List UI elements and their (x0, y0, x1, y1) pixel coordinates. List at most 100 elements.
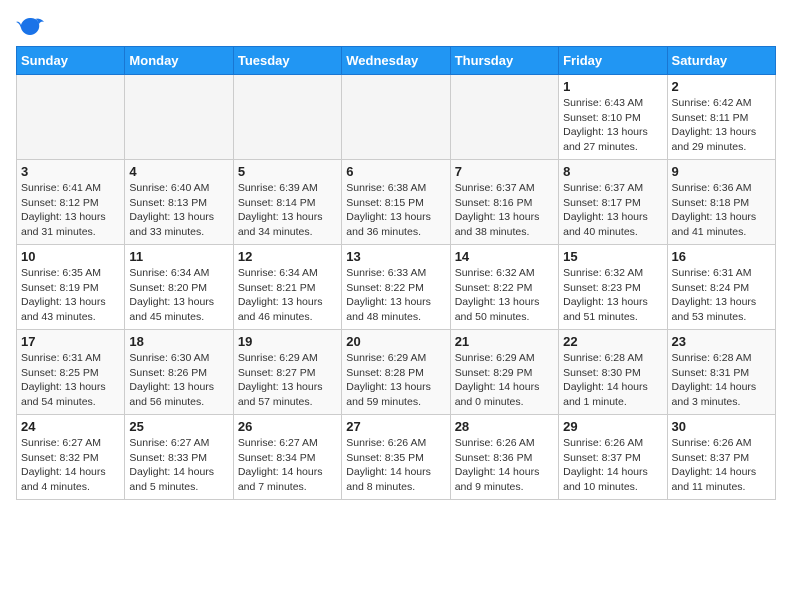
calendar-cell: 7 Sunrise: 6:37 AM Sunset: 8:16 PM Daylig… (450, 160, 558, 245)
day-info: Sunrise: 6:27 AM Sunset: 8:34 PM Dayligh… (238, 436, 337, 495)
day-number: 15 (563, 249, 662, 264)
day-info: Sunrise: 6:31 AM Sunset: 8:25 PM Dayligh… (21, 351, 120, 410)
calendar-cell: 29 Sunrise: 6:26 AM Sunset: 8:37 PM Dayli… (559, 415, 667, 500)
day-number: 5 (238, 164, 337, 179)
weekday-header-row: SundayMondayTuesdayWednesdayThursdayFrid… (17, 47, 776, 75)
day-number: 23 (672, 334, 771, 349)
day-info: Sunrise: 6:26 AM Sunset: 8:37 PM Dayligh… (563, 436, 662, 495)
day-info: Sunrise: 6:26 AM Sunset: 8:36 PM Dayligh… (455, 436, 554, 495)
day-info: Sunrise: 6:29 AM Sunset: 8:27 PM Dayligh… (238, 351, 337, 410)
calendar-cell: 18 Sunrise: 6:30 AM Sunset: 8:26 PM Dayli… (125, 330, 233, 415)
calendar-cell: 17 Sunrise: 6:31 AM Sunset: 8:25 PM Dayli… (17, 330, 125, 415)
day-number: 10 (21, 249, 120, 264)
week-row-2: 3 Sunrise: 6:41 AM Sunset: 8:12 PM Daylig… (17, 160, 776, 245)
day-info: Sunrise: 6:27 AM Sunset: 8:32 PM Dayligh… (21, 436, 120, 495)
calendar-cell: 21Sunrise: 6:29 AM Sunset: 8:29 PM Dayli… (450, 330, 558, 415)
day-number: 22 (563, 334, 662, 349)
day-info: Sunrise: 6:29 AM Sunset: 8:28 PM Dayligh… (346, 351, 445, 410)
day-info: Sunrise: 6:34 AM Sunset: 8:20 PM Dayligh… (129, 266, 228, 325)
day-number: 14 (455, 249, 554, 264)
day-number: 28 (455, 419, 554, 434)
week-row-5: 24 Sunrise: 6:27 AM Sunset: 8:32 PM Dayli… (17, 415, 776, 500)
calendar-cell (233, 75, 341, 160)
day-info: Sunrise: 6:33 AM Sunset: 8:22 PM Dayligh… (346, 266, 445, 325)
day-number: 29 (563, 419, 662, 434)
day-info: Sunrise: 6:27 AM Sunset: 8:33 PM Dayligh… (129, 436, 228, 495)
day-number: 30 (672, 419, 771, 434)
day-number: 24 (21, 419, 120, 434)
header (16, 16, 776, 38)
weekday-header-sunday: Sunday (17, 47, 125, 75)
calendar-cell: 1 Sunrise: 6:43 AM Sunset: 8:10 PM Daylig… (559, 75, 667, 160)
calendar-cell: 15 Sunrise: 6:32 AM Sunset: 8:23 PM Dayli… (559, 245, 667, 330)
day-number: 3 (21, 164, 120, 179)
day-info: Sunrise: 6:30 AM Sunset: 8:26 PM Dayligh… (129, 351, 228, 410)
day-info: Sunrise: 6:32 AM Sunset: 8:22 PM Dayligh… (455, 266, 554, 325)
calendar-cell: 4 Sunrise: 6:40 AM Sunset: 8:13 PM Daylig… (125, 160, 233, 245)
calendar-cell (342, 75, 450, 160)
day-number: 4 (129, 164, 228, 179)
calendar-cell: 8 Sunrise: 6:37 AM Sunset: 8:17 PM Daylig… (559, 160, 667, 245)
day-number: 2 (672, 79, 771, 94)
day-info: Sunrise: 6:31 AM Sunset: 8:24 PM Dayligh… (672, 266, 771, 325)
day-number: 11 (129, 249, 228, 264)
day-number: 25 (129, 419, 228, 434)
weekday-header-tuesday: Tuesday (233, 47, 341, 75)
calendar-cell: 14 Sunrise: 6:32 AM Sunset: 8:22 PM Dayli… (450, 245, 558, 330)
calendar-cell (125, 75, 233, 160)
calendar-cell: 11 Sunrise: 6:34 AM Sunset: 8:20 PM Dayli… (125, 245, 233, 330)
week-row-1: 1 Sunrise: 6:43 AM Sunset: 8:10 PM Daylig… (17, 75, 776, 160)
day-info: Sunrise: 6:28 AM Sunset: 8:31 PM Dayligh… (672, 351, 771, 410)
calendar-cell: 23 Sunrise: 6:28 AM Sunset: 8:31 PM Dayli… (667, 330, 775, 415)
logo (16, 16, 48, 38)
weekday-header-wednesday: Wednesday (342, 47, 450, 75)
calendar-cell: 28 Sunrise: 6:26 AM Sunset: 8:36 PM Dayli… (450, 415, 558, 500)
calendar-cell: 13Sunrise: 6:33 AM Sunset: 8:22 PM Dayli… (342, 245, 450, 330)
day-info: Sunrise: 6:32 AM Sunset: 8:23 PM Dayligh… (563, 266, 662, 325)
calendar-cell: 27Sunrise: 6:26 AM Sunset: 8:35 PM Dayli… (342, 415, 450, 500)
day-info: Sunrise: 6:35 AM Sunset: 8:19 PM Dayligh… (21, 266, 120, 325)
day-info: Sunrise: 6:26 AM Sunset: 8:37 PM Dayligh… (672, 436, 771, 495)
day-number: 9 (672, 164, 771, 179)
day-info: Sunrise: 6:40 AM Sunset: 8:13 PM Dayligh… (129, 181, 228, 240)
calendar-cell: 9 Sunrise: 6:36 AM Sunset: 8:18 PM Daylig… (667, 160, 775, 245)
calendar-cell: 20Sunrise: 6:29 AM Sunset: 8:28 PM Dayli… (342, 330, 450, 415)
day-number: 19 (238, 334, 337, 349)
calendar-cell: 22Sunrise: 6:28 AM Sunset: 8:30 PM Dayli… (559, 330, 667, 415)
day-info: Sunrise: 6:37 AM Sunset: 8:17 PM Dayligh… (563, 181, 662, 240)
calendar-table: SundayMondayTuesdayWednesdayThursdayFrid… (16, 46, 776, 500)
weekday-header-thursday: Thursday (450, 47, 558, 75)
day-number: 26 (238, 419, 337, 434)
day-info: Sunrise: 6:43 AM Sunset: 8:10 PM Dayligh… (563, 96, 662, 155)
day-number: 7 (455, 164, 554, 179)
day-info: Sunrise: 6:39 AM Sunset: 8:14 PM Dayligh… (238, 181, 337, 240)
week-row-3: 10 Sunrise: 6:35 AM Sunset: 8:19 PM Dayli… (17, 245, 776, 330)
day-number: 16 (672, 249, 771, 264)
day-info: Sunrise: 6:41 AM Sunset: 8:12 PM Dayligh… (21, 181, 120, 240)
calendar-cell (17, 75, 125, 160)
weekday-header-friday: Friday (559, 47, 667, 75)
day-info: Sunrise: 6:37 AM Sunset: 8:16 PM Dayligh… (455, 181, 554, 240)
logo-icon (16, 16, 44, 38)
calendar-cell: 25 Sunrise: 6:27 AM Sunset: 8:33 PM Dayli… (125, 415, 233, 500)
calendar-cell: 19 Sunrise: 6:29 AM Sunset: 8:27 PM Dayli… (233, 330, 341, 415)
day-number: 1 (563, 79, 662, 94)
weekday-header-saturday: Saturday (667, 47, 775, 75)
day-info: Sunrise: 6:34 AM Sunset: 8:21 PM Dayligh… (238, 266, 337, 325)
day-number: 12 (238, 249, 337, 264)
day-number: 8 (563, 164, 662, 179)
calendar-cell: 6 Sunrise: 6:38 AM Sunset: 8:15 PM Daylig… (342, 160, 450, 245)
calendar-cell: 2 Sunrise: 6:42 AM Sunset: 8:11 PM Daylig… (667, 75, 775, 160)
day-info: Sunrise: 6:38 AM Sunset: 8:15 PM Dayligh… (346, 181, 445, 240)
calendar-header: SundayMondayTuesdayWednesdayThursdayFrid… (17, 47, 776, 75)
weekday-header-monday: Monday (125, 47, 233, 75)
day-info: Sunrise: 6:36 AM Sunset: 8:18 PM Dayligh… (672, 181, 771, 240)
day-number: 17 (21, 334, 120, 349)
calendar-cell (450, 75, 558, 160)
day-number: 18 (129, 334, 228, 349)
calendar-body: 1 Sunrise: 6:43 AM Sunset: 8:10 PM Daylig… (17, 75, 776, 500)
day-info: Sunrise: 6:29 AM Sunset: 8:29 PM Dayligh… (455, 351, 554, 410)
day-number: 6 (346, 164, 445, 179)
week-row-4: 17 Sunrise: 6:31 AM Sunset: 8:25 PM Dayli… (17, 330, 776, 415)
day-info: Sunrise: 6:42 AM Sunset: 8:11 PM Dayligh… (672, 96, 771, 155)
